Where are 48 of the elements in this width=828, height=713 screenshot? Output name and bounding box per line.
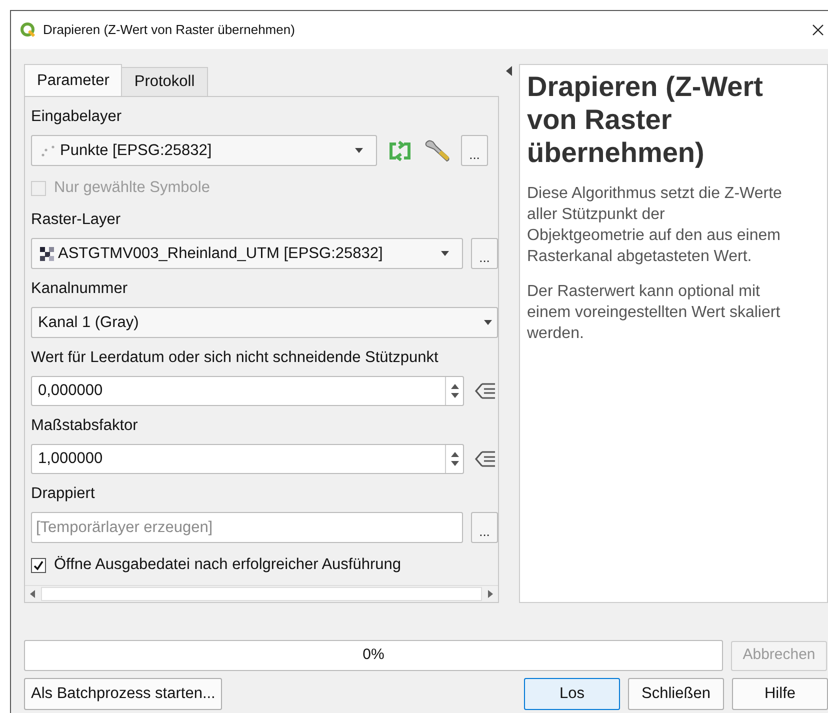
- checkbox[interactable]: [31, 558, 46, 572]
- app-logo-icon: [20, 22, 36, 38]
- point-layer-icon: [40, 144, 56, 158]
- browse-button[interactable]: ...: [471, 238, 498, 269]
- dropdown-value: ASTGTMV003_Rheinland_UTM [EPSG:25832]: [58, 244, 384, 264]
- parameter-label: Eingabelayer: [31, 107, 122, 127]
- output-placeholder: [Temporärlayer erzeugen]: [36, 518, 213, 538]
- browse-button[interactable]: ...: [461, 135, 488, 166]
- checkbox-label: Öffne Ausgabedatei nach erfolgreicher Ausführung: [54, 555, 401, 576]
- window-title: Drapieren (Z-Wert von Raster übernehmen): [43, 21, 295, 40]
- number-input[interactable]: 1,000000: [31, 444, 464, 474]
- checkbox-row[interactable]: Öffne Ausgabedatei nach erfolgreicher Ausführung: [31, 553, 498, 577]
- dropdown-caret-icon: [483, 320, 493, 326]
- help-paragraph: Diese Algorithmus setzt die Z-Werte aller Stützpunkt der Objektgeometrie auf den aus einem Rasterkanal abgetasteten Wert.: [527, 184, 782, 267]
- dropdown-caret-icon: [440, 250, 450, 256]
- layer-dropdown[interactable]: ASTGTMV003_Rheinland_UTM [EPSG:25832]: [31, 238, 463, 269]
- dialog-button[interactable]: Los: [524, 678, 620, 710]
- close-icon[interactable]: [812, 24, 824, 36]
- collapse-arrow-icon[interactable]: [506, 66, 512, 76]
- parameter-label: Raster-Layer: [31, 210, 122, 230]
- browse-button[interactable]: ...: [471, 512, 498, 543]
- layer-dropdown[interactable]: Kanal 1 (Gray): [31, 307, 498, 338]
- layer-dropdown[interactable]: Punkte [EPSG:25832]: [31, 135, 377, 166]
- horizontal-scrollbar[interactable]: [25, 585, 498, 601]
- dialog-button[interactable]: Hilfe: [732, 678, 828, 710]
- expression-icon[interactable]: [474, 449, 496, 469]
- parameter-label: Wert für Leerdatum oder sich nicht schneidende Stützpunkt: [31, 348, 440, 368]
- checkbox-label: Nur gewählte Symbole: [54, 178, 210, 198]
- raster-layer-icon: [40, 246, 54, 260]
- progress-text: 0%: [362, 645, 384, 666]
- parameter-label: Kanalnummer: [31, 279, 128, 299]
- dialog-button[interactable]: Schließen: [628, 678, 724, 710]
- dropdown-caret-icon: [354, 148, 364, 154]
- scroll-left-icon[interactable]: [28, 588, 38, 598]
- number-value: 0,000000: [38, 381, 104, 402]
- scroll-right-icon[interactable]: [485, 588, 495, 598]
- tab[interactable]: Parameter: [24, 64, 122, 96]
- help-title: Drapieren (Z-Wert von Raster übernehmen): [527, 70, 764, 169]
- number-value: 1,000000: [38, 449, 104, 470]
- dropdown-value: Kanal 1 (Gray): [38, 312, 140, 333]
- expression-icon[interactable]: [474, 381, 496, 401]
- dropdown-value: Punkte [EPSG:25832]: [60, 140, 213, 161]
- dialog-button[interactable]: Als Batchprozess starten...: [24, 678, 222, 710]
- parameter-label: Maßstabsfaktor: [31, 416, 139, 436]
- number-input[interactable]: 0,000000: [31, 376, 464, 406]
- tab[interactable]: Protokoll: [121, 67, 208, 96]
- parameter-label: Drappiert: [31, 484, 96, 504]
- help-paragraph: Der Rasterwert kann optional mit einem voreingestellten Wert skaliert werden.: [527, 282, 782, 344]
